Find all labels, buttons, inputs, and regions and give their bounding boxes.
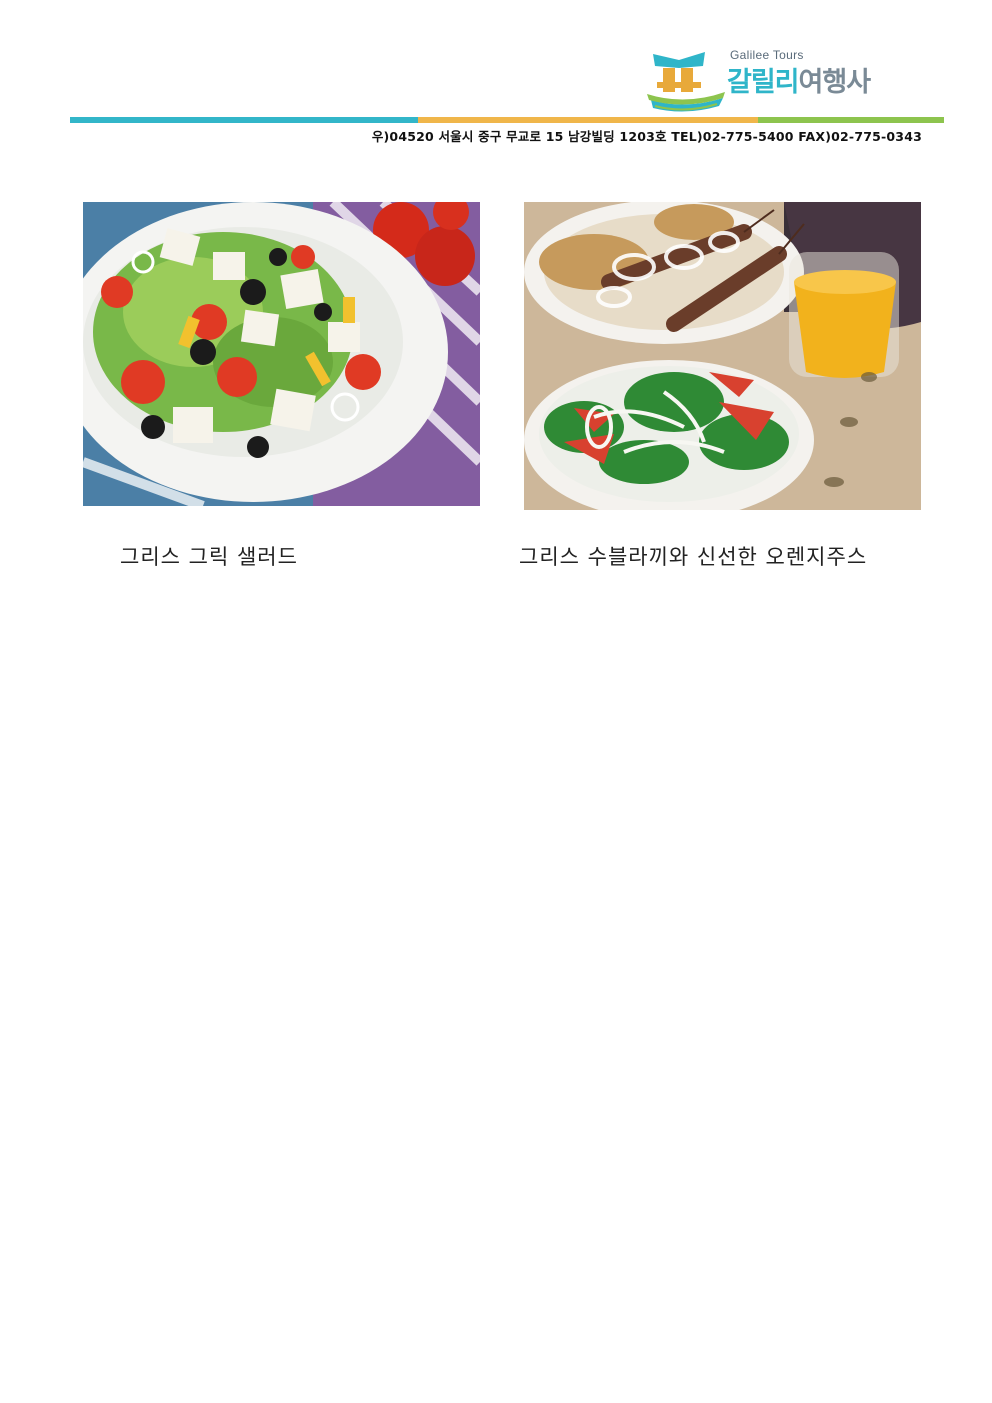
photo-caption-greek-salad: 그리스 그릭 샐러드 (120, 545, 298, 569)
greek-salad-photo (83, 202, 480, 506)
header-rule-orange (418, 117, 758, 123)
logo-korean-part1: 갈릴리 (727, 67, 800, 98)
logo-korean-name: 갈릴리여행사 (727, 60, 872, 99)
photo-caption-souvlaki: 그리스 수블라끼와 신선한 오렌지주스 (519, 545, 868, 569)
ship-logo-icon (647, 52, 725, 112)
souvlaki-orange-juice-photo (524, 202, 921, 510)
header-rule-green (758, 117, 944, 123)
logo-korean-part2: 여행사 (798, 67, 872, 98)
company-logo: Galilee Tours 갈릴리여행사 (645, 44, 930, 114)
header-rule-teal (70, 117, 418, 123)
company-address: 우)04520 서울시 중구 무교로 15 남강빌딩 1203호 TEL)02-… (371, 129, 922, 144)
